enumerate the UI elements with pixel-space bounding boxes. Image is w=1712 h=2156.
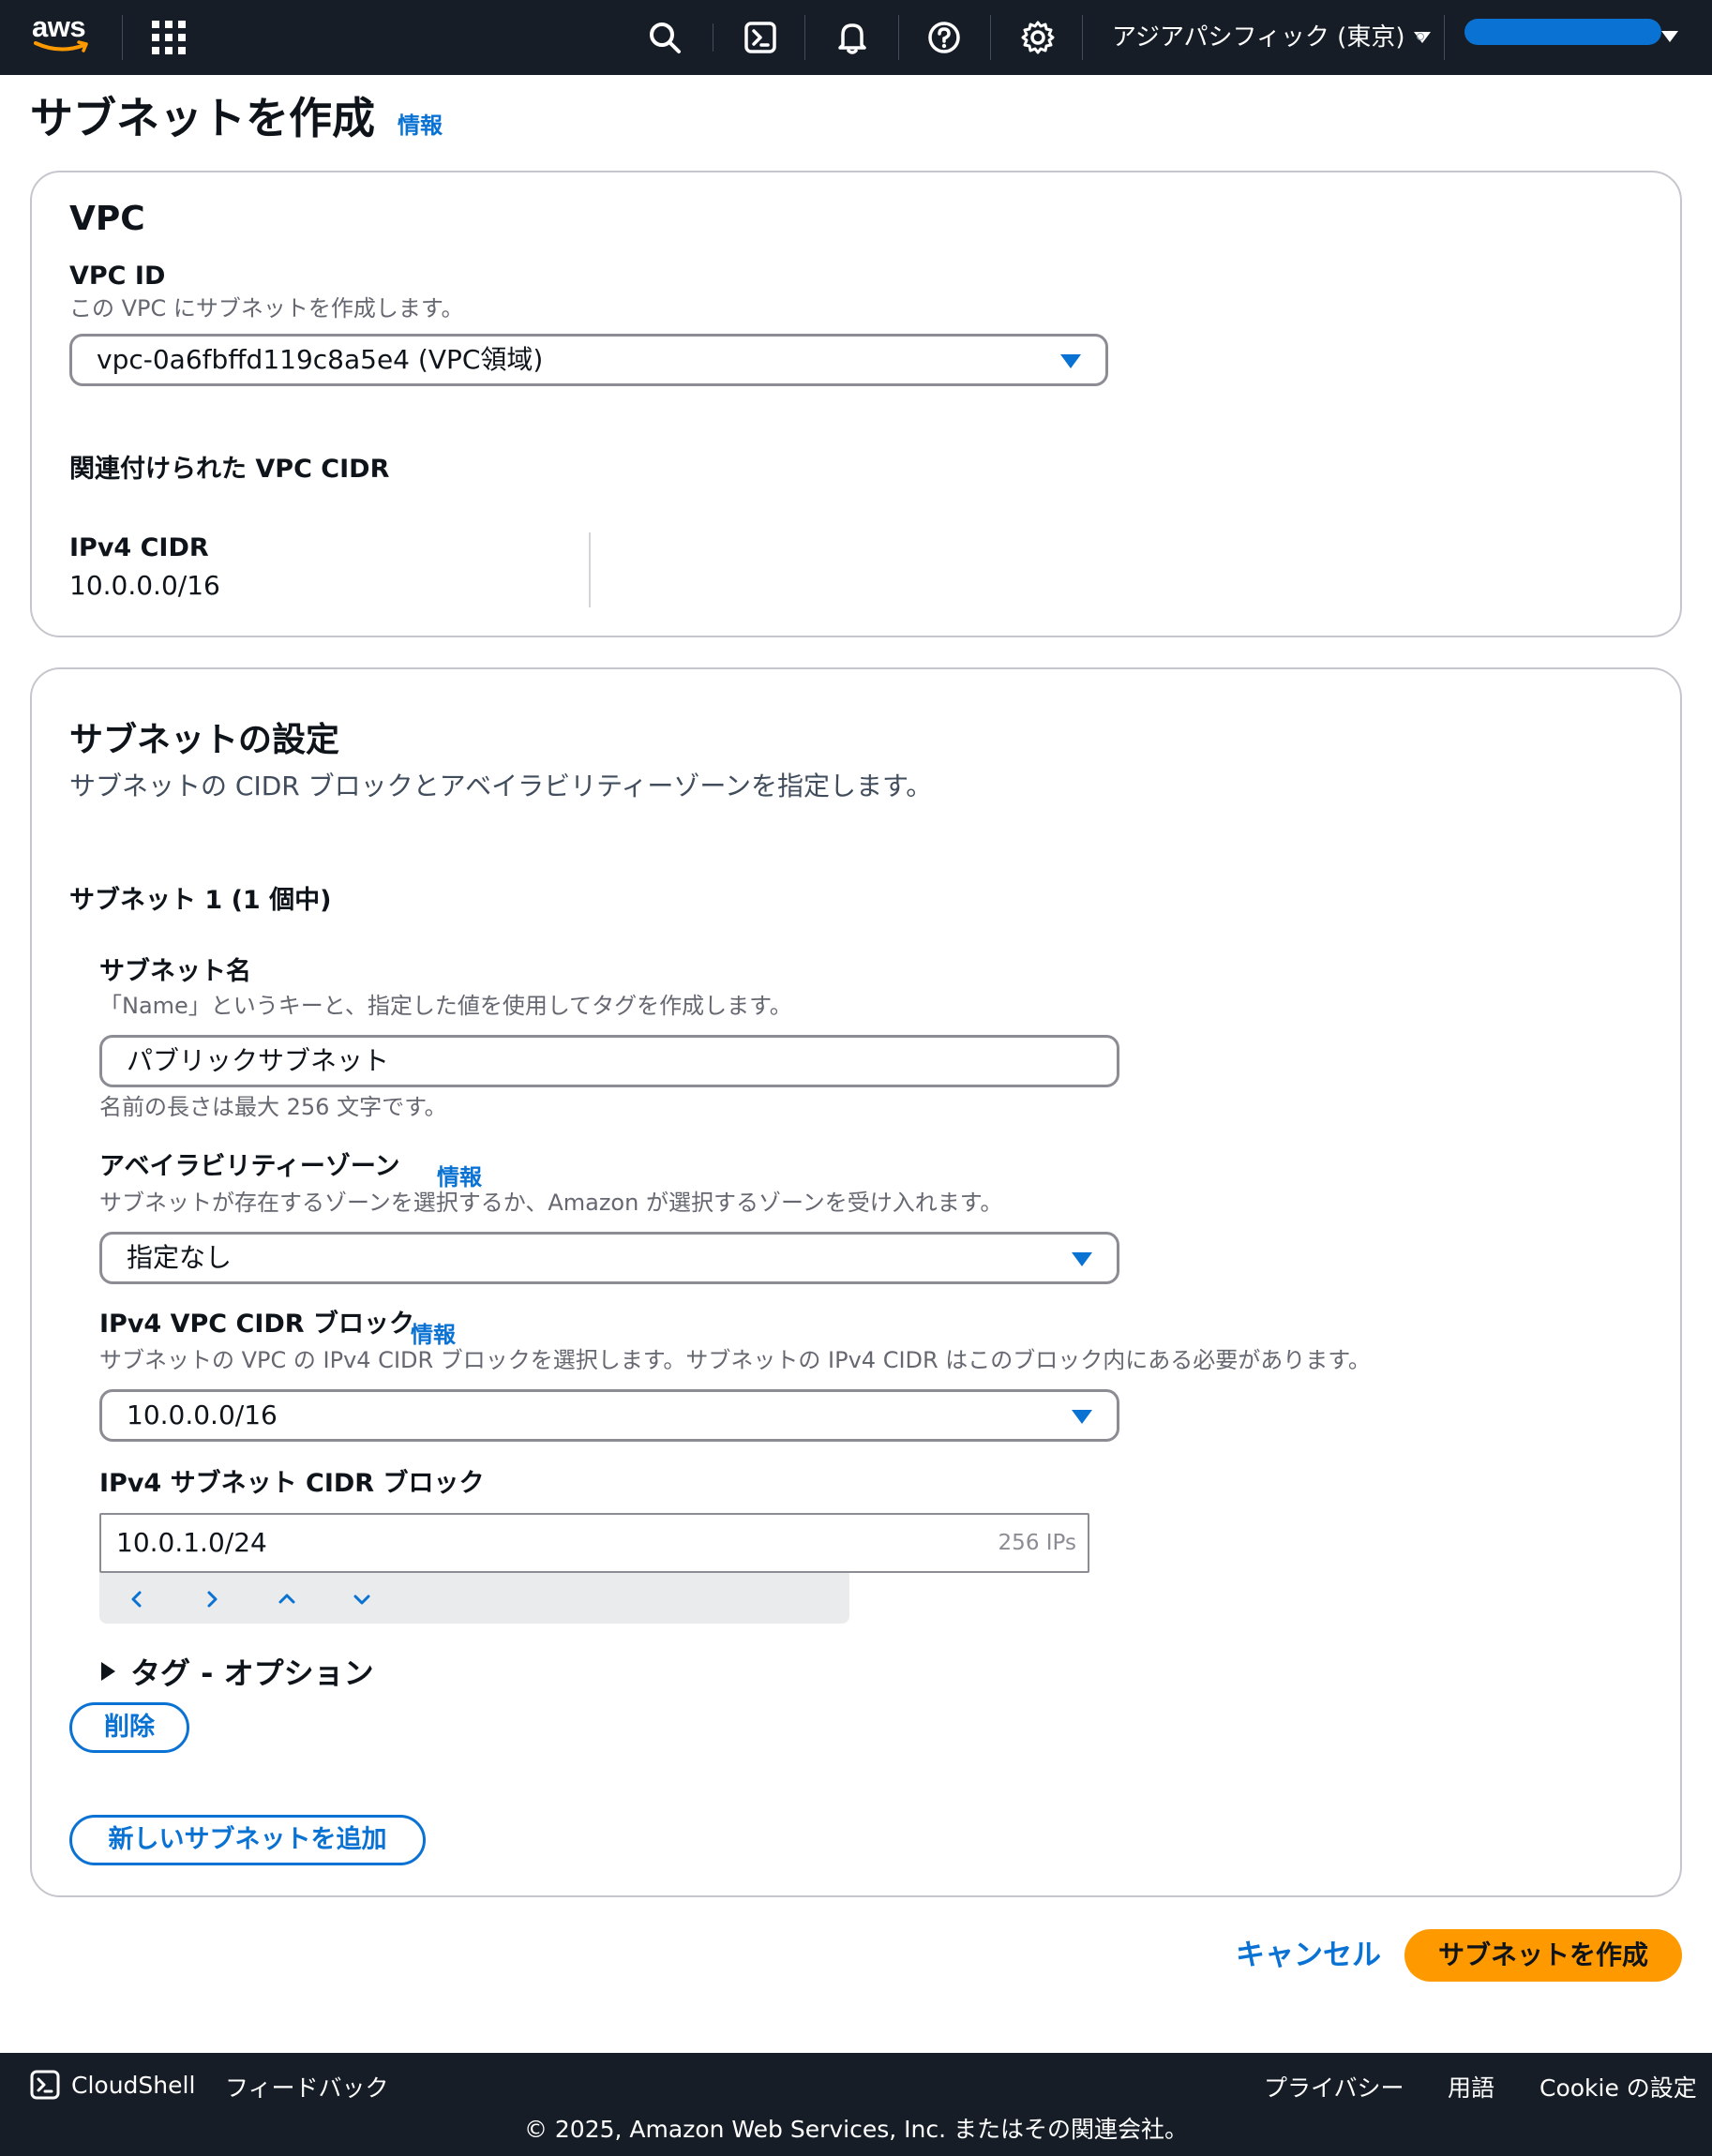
bell-icon[interactable] [833,18,872,57]
footer: CloudShell フィードバック プライバシー 用語 Cookie の設定 … [0,2053,1712,2156]
vpc-container: VPC VPC ID この VPC にサブネットを作成します。 vpc-0a6f… [30,171,1682,637]
subnet-name-description: 「Name」というキーと、指定した値を使用してタグを作成します。 [99,993,792,1019]
chevron-down-icon[interactable] [345,1582,379,1616]
status-dot-icon [1417,33,1424,40]
vpc-cidr-block-value: 10.0.0.0/16 [127,1400,278,1430]
page-header: サブネットを作成 情報 [30,90,443,146]
availability-zone-label: アベイラビリティーゾーン [99,1152,400,1181]
vpc-id-value: vpc-0a6fbffd119c8a5e4 (VPC領域) [97,344,544,375]
caret-down-icon [1072,1410,1092,1424]
page-title: サブネットを作成 [30,93,375,143]
vpc-cidr-block-info-link[interactable]: 情報 [411,1316,456,1349]
ipv4-cidr-value: 10.0.0.0/16 [69,570,220,601]
vpc-heading: VPC [69,200,145,238]
add-subnet-button[interactable]: 新しいサブネットを追加 [69,1815,426,1865]
aws-logo[interactable]: aws [32,10,94,60]
subnet-name-constraint: 名前の長さは最大 256 文字です。 [99,1094,447,1120]
gear-icon[interactable] [1018,18,1058,57]
cloudshell-icon [30,2070,60,2100]
vpc-cidr-block-description: サブネットの VPC の IPv4 CIDR ブロックを選択します。サブネットの… [99,1347,1371,1373]
chevron-up-icon[interactable] [270,1582,304,1616]
footer-cloudshell-link[interactable]: CloudShell [30,2070,195,2100]
cancel-button[interactable]: キャンセル [1236,1929,1381,1982]
nav-divider [804,15,805,60]
footer-privacy-link[interactable]: プライバシー [1264,2070,1404,2107]
footer-cookie-settings-link[interactable]: Cookie の設定 [1539,2070,1697,2107]
help-icon[interactable] [924,18,964,57]
nav-divider [1082,15,1083,60]
apps-grid-icon[interactable] [152,21,186,54]
subnet-settings-container: サブネットの設定 サブネットの CIDR ブロックとアベイラビリティーゾーンを指… [30,667,1682,1897]
subnet-name-input[interactable]: パブリックサブネット [99,1035,1119,1087]
column-divider [589,532,591,607]
vpc-id-select[interactable]: vpc-0a6fbffd119c8a5e4 (VPC領域) [69,334,1108,386]
availability-zone-description: サブネットが存在するゾーンを選択するか、Amazon が選択するゾーンを受け入れ… [99,1190,1003,1216]
info-link[interactable]: 情報 [398,107,443,140]
subnet-cidr-block-value: 10.0.1.0/24 [116,1527,267,1558]
chevron-right-icon[interactable] [195,1582,229,1616]
top-navigation: aws アジアパシフィック (東京) [0,0,1712,75]
availability-zone-value: 指定なし [127,1242,233,1273]
search-icon[interactable] [645,18,684,57]
vpc-id-description: この VPC にサブネットを作成します。 [69,295,464,322]
footer-terms-link[interactable]: 用語 [1448,2070,1494,2107]
nav-divider [898,15,899,60]
caret-right-icon [101,1662,115,1681]
subnet-counter: サブネット 1 (1 個中) [69,886,332,915]
region-selector[interactable]: アジアパシフィック (東京) [1112,21,1432,54]
chevron-left-icon[interactable] [120,1582,154,1616]
tags-expander[interactable]: タグ - オプション [101,1650,374,1693]
footer-feedback-link[interactable]: フィードバック [225,2070,389,2107]
tags-expander-label: タグ - オプション [130,1655,374,1691]
footer-copyright: © 2025, Amazon Web Services, Inc. またはその関… [523,2116,1189,2143]
subnet-settings-description: サブネットの CIDR ブロックとアベイラビリティーゾーンを指定します。 [69,771,933,801]
availability-zone-select[interactable]: 指定なし [99,1232,1119,1284]
nav-divider [1444,15,1445,60]
availability-zone-info-link[interactable]: 情報 [437,1159,482,1191]
region-label: アジアパシフィック (東京) [1112,23,1405,52]
vpc-cidr-block-label: IPv4 VPC CIDR ブロック [99,1310,414,1339]
aws-logo-text: aws [32,10,86,43]
cidr-stepper [99,1573,849,1624]
vpc-cidr-block-select[interactable]: 10.0.0.0/16 [99,1389,1119,1442]
associated-cidr-heading: 関連付けられた VPC CIDR [69,455,390,484]
remove-subnet-button[interactable]: 削除 [69,1702,189,1753]
footer-cloudshell-label: CloudShell [71,2071,196,2099]
account-menu[interactable] [1464,19,1661,45]
vpc-id-label: VPC ID [69,262,166,291]
caret-down-icon[interactable] [1661,31,1678,42]
subnet-cidr-block-label: IPv4 サブネット CIDR ブロック [99,1469,485,1498]
create-subnet-button[interactable]: サブネットを作成 [1404,1929,1682,1982]
subnet-cidr-block-input[interactable]: 10.0.1.0/24 256 IPs [99,1513,1089,1573]
subnet-name-label: サブネット名 [99,957,251,986]
ip-count-hint: 256 IPs [998,1531,1076,1555]
subnet-settings-heading: サブネットの設定 [69,721,340,759]
nav-divider [122,15,123,60]
ipv4-cidr-label: IPv4 CIDR [69,533,209,562]
cloudshell-icon[interactable] [741,18,780,57]
caret-down-icon [1060,354,1081,368]
subnet-name-value: パブリックサブネット [127,1045,390,1076]
caret-down-icon [1072,1252,1092,1266]
nav-divider [990,15,991,60]
